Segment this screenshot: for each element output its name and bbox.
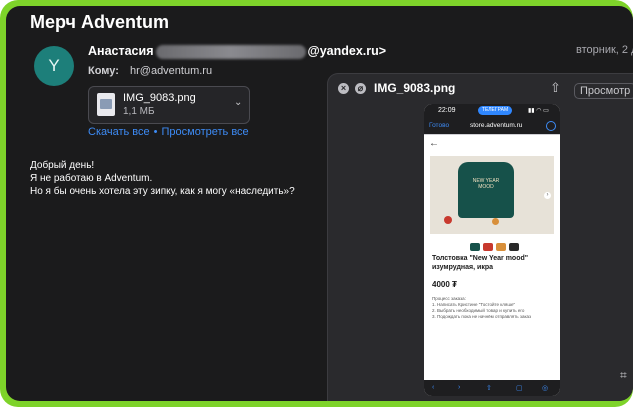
- screenshot-frame: Мерч Adventum Y Анастасия @yandex.ru> вто…: [0, 0, 633, 407]
- bookmark-icon: ▢: [516, 385, 523, 392]
- chevron-down-icon[interactable]: ⌄: [234, 97, 242, 108]
- product-title: Толстовка "New Year mood" изумрудная, ик…: [432, 255, 529, 271]
- shirt-print: NEW YEAR MOOD: [472, 178, 500, 190]
- telegram-pill: ТЕЛЕГРАМ: [478, 106, 512, 115]
- back-icon: ‹: [432, 384, 435, 391]
- thumbnail: [470, 243, 480, 251]
- crop-icon[interactable]: ⌗: [620, 368, 627, 383]
- body-line: Но я бы очень хотела эту зипку, как я мо…: [30, 186, 295, 197]
- redacted-email: [155, 44, 306, 59]
- email-date: вторник, 2 д: [576, 44, 633, 56]
- fullscreen-icon[interactable]: ⌀: [355, 83, 366, 94]
- mail-window: Мерч Adventum Y Анастасия @yandex.ru> вто…: [6, 6, 633, 401]
- image-file-icon: [97, 93, 115, 116]
- body-line: Я не работаю в Adventum.: [30, 173, 153, 184]
- to-label: Кому:: [88, 65, 119, 77]
- separator-dot: •: [153, 126, 158, 138]
- email-subject: Мерч Adventum: [30, 12, 170, 32]
- ornament-red: [444, 216, 452, 224]
- to-address[interactable]: hr@adventum.ru: [130, 65, 212, 77]
- screenshot-image: 22:09 ТЕЛЕГРАМ ▮▮ ◠ ▭ Готово store.adven…: [424, 104, 560, 396]
- phone-status-bar: 22:09 ТЕЛЕГРАМ ▮▮ ◠ ▭: [424, 104, 560, 118]
- ornament-orange: [492, 218, 499, 225]
- phone-menu-icon: [546, 121, 556, 131]
- email-body: Добрый день! Я не работаю в Adventum. Но…: [30, 159, 295, 198]
- attachment-card[interactable]: IMG_9083.png 1,1 МБ ⌄: [88, 86, 250, 124]
- compass-icon: ◎: [542, 385, 549, 392]
- product-photo: NEW YEAR MOOD ›: [430, 156, 554, 234]
- view-all-link[interactable]: Просмотреть все: [162, 126, 249, 138]
- phone-time: 22:09: [438, 107, 456, 114]
- instructions-step: 3. Подождать пока не начнём отправлять з…: [432, 314, 532, 319]
- phone-done: Готово: [429, 122, 450, 129]
- body-line: Добрый день!: [30, 160, 95, 171]
- share-icon: ⇧: [486, 385, 492, 392]
- attachment-name: IMG_9083.png: [123, 92, 196, 104]
- sweatshirt: NEW YEAR MOOD: [458, 162, 514, 218]
- forward-icon: ›: [458, 384, 461, 391]
- back-arrow-icon: ←: [429, 138, 439, 149]
- signal-icon: ▮▮ ◠ ▭: [528, 108, 549, 114]
- phone-toolbar: ‹ › ⇧ ▢ ◎: [424, 380, 560, 396]
- thumbnail: [483, 243, 493, 251]
- viewer-title: IMG_9083.png: [374, 81, 456, 95]
- thumbnail: [496, 243, 506, 251]
- thumbnail: [509, 243, 519, 251]
- share-icon[interactable]: ⇧: [550, 80, 561, 96]
- sender-email-suffix: @yandex.ru>: [307, 44, 387, 58]
- product-price: 4000 ₮: [432, 280, 457, 289]
- phone-host: store.adventum.ru: [470, 122, 523, 129]
- save-all-link[interactable]: Скачать все: [88, 126, 150, 138]
- close-icon[interactable]: ×: [338, 83, 349, 94]
- order-instructions: Процесс заказа: 1. Написать Кристине "То…: [432, 296, 554, 320]
- avatar[interactable]: Y: [34, 46, 74, 86]
- attachment-links: Скачать все • Просмотреть все: [88, 126, 249, 138]
- sender-name: Анастасия: [88, 44, 154, 58]
- sender[interactable]: Анастасия @yandex.ru>: [88, 44, 386, 59]
- quicklook-viewer: × ⌀ IMG_9083.png ⇧ Просмотр 22:09 ТЕЛЕГР…: [328, 74, 633, 401]
- chevron-right-icon: ›: [544, 192, 551, 199]
- open-with-preview-button[interactable]: Просмотр: [574, 83, 633, 99]
- attachment-size: 1,1 МБ: [123, 106, 155, 117]
- phone-url-bar: Готово store.adventum.ru: [424, 118, 560, 135]
